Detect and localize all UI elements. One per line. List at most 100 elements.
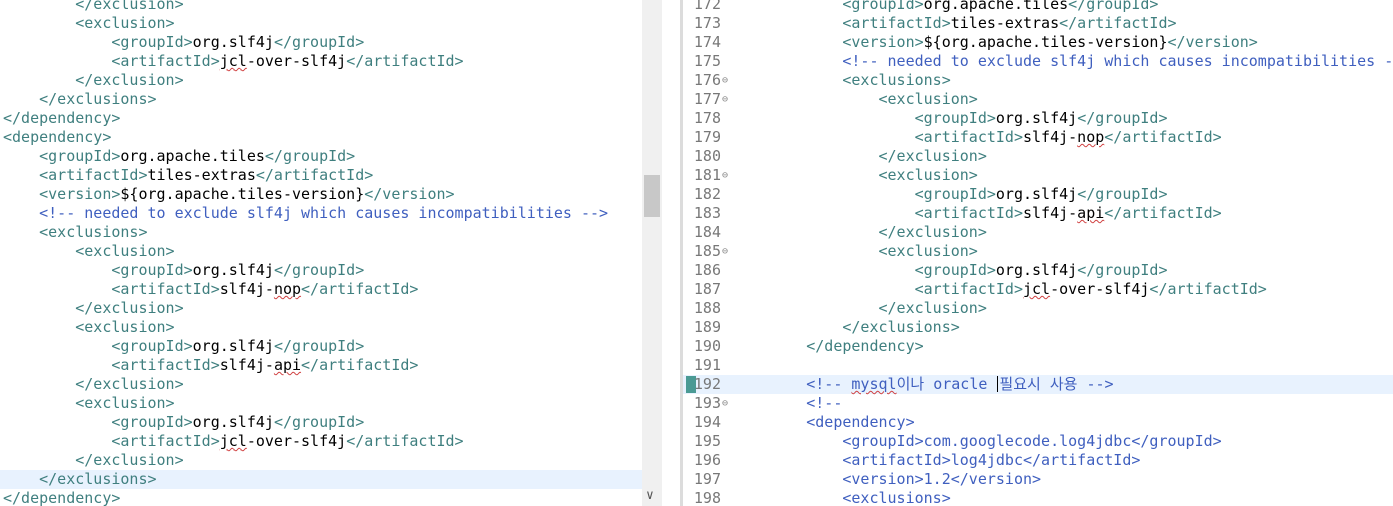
xml-tag: <artifactId>	[3, 166, 148, 184]
code-line[interactable]: 191	[683, 356, 1393, 375]
code-line[interactable]: </exclusion>	[0, 71, 642, 90]
code-line[interactable]: <groupId>org.slf4j</groupId>	[0, 33, 642, 52]
code-text: <exclusion>	[3, 242, 174, 261]
code-text: <artifactId>tiles-extras</artifactId>	[734, 14, 1176, 33]
code-text: <exclusion>	[3, 14, 174, 33]
code-text: <groupId>org.slf4j</groupId>	[3, 413, 364, 432]
code-line[interactable]: <groupId>org.slf4j</groupId>	[0, 413, 642, 432]
code-line[interactable]: 182 <groupId>org.slf4j</groupId>	[683, 185, 1393, 204]
xml-tag: </exclusion>	[734, 299, 987, 317]
code-line[interactable]: </dependency>	[0, 109, 642, 128]
code-line[interactable]: 186 <groupId>org.slf4j</groupId>	[683, 261, 1393, 280]
code-line[interactable]: 192 <!-- mysql이나 oracle 필요시 사용 -->	[683, 375, 1393, 394]
xml-tag: </exclusions>	[3, 90, 157, 108]
code-line[interactable]: 187 <artifactId>jcl-over-slf4j</artifact…	[683, 280, 1393, 299]
code-line[interactable]: 198 <exclusions>	[683, 489, 1393, 506]
xml-tag: <groupId>	[734, 0, 924, 13]
line-number: 182	[693, 185, 721, 203]
code-line[interactable]: 190 </dependency>	[683, 337, 1393, 356]
code-line[interactable]: <exclusion>	[0, 14, 642, 33]
code-line[interactable]: 183 <artifactId>slf4j-api</artifactId>	[683, 204, 1393, 223]
line-number: 181	[693, 166, 721, 184]
code-line[interactable]: <exclusion>	[0, 318, 642, 337]
code-line[interactable]: <groupId>org.slf4j</groupId>	[0, 261, 642, 280]
code-line[interactable]: <dependency>	[0, 128, 642, 147]
code-line[interactable]: </exclusion>	[0, 375, 642, 394]
xml-tag: <groupId>	[3, 261, 193, 279]
code-text: </exclusion>	[3, 0, 183, 14]
fold-toggle-icon[interactable]: ⊖	[722, 71, 728, 90]
fold-toggle-icon[interactable]: ⊖	[722, 166, 728, 185]
code-text: </dependency>	[734, 337, 923, 356]
code-text: <exclusions>	[734, 489, 951, 506]
code-line[interactable]: 181 ⊖ <exclusion>	[683, 166, 1393, 185]
code-line[interactable]: 196 <artifactId>log4jdbc</artifactId>	[683, 451, 1393, 470]
code-line[interactable]: 189 </exclusions>	[683, 318, 1393, 337]
code-line[interactable]: 177 ⊖ <exclusion>	[683, 90, 1393, 109]
code-line[interactable]: 178 <groupId>org.slf4j</groupId>	[683, 109, 1393, 128]
scroll-down-arrow-icon[interactable]: ∨	[646, 488, 654, 504]
xml-comment-text: <exclusions>	[734, 489, 951, 506]
code-line[interactable]: <artifactId>slf4j-nop</artifactId>	[0, 280, 642, 299]
code-text: <artifactId>log4jdbc</artifactId>	[734, 451, 1140, 470]
fold-toggle-icon[interactable]: ⊖	[722, 242, 728, 261]
line-number: 195	[693, 432, 721, 450]
code-line[interactable]: </exclusion>	[0, 451, 642, 470]
xml-comment-text: <version>1.2</version>	[734, 470, 1042, 488]
code-line[interactable]: </dependency>	[0, 489, 642, 506]
code-text: <version>1.2</version>	[734, 470, 1041, 489]
code-line[interactable]: 176 ⊖ <exclusions>	[683, 71, 1393, 90]
code-line[interactable]: <artifactId>slf4j-api</artifactId>	[0, 356, 642, 375]
code-line[interactable]: 179 <artifactId>slf4j-nop</artifactId>	[683, 128, 1393, 147]
line-number: 179	[693, 128, 721, 146]
code-line[interactable]: 184 </exclusion>	[683, 223, 1393, 242]
code-line[interactable]: </exclusion>	[0, 0, 642, 14]
xml-text: jcl	[1022, 280, 1051, 298]
code-line[interactable]: <groupId>org.apache.tiles</groupId>	[0, 147, 642, 166]
line-number: 188	[693, 299, 721, 317]
code-line[interactable]: 175 <!-- needed to exclude slf4j which c…	[683, 52, 1393, 71]
code-line[interactable]: 173 <artifactId>tiles-extras</artifactId…	[683, 14, 1393, 33]
code-line[interactable]: <exclusions>	[0, 223, 642, 242]
code-line[interactable]: <groupId>org.slf4j</groupId>	[0, 337, 642, 356]
right-editor-pane[interactable]: 172 <groupId>org.apache.tiles</groupId> 1…	[683, 0, 1393, 506]
xml-text: slf4j-	[219, 280, 274, 298]
code-line[interactable]: <artifactId>jcl-over-slf4j</artifactId>	[0, 52, 642, 71]
code-line[interactable]: <exclusion>	[0, 242, 642, 261]
xml-text: org.slf4j	[192, 337, 274, 355]
code-line[interactable]: <version>${org.apache.tiles-version}</ve…	[0, 185, 642, 204]
xml-comment-text: <artifactId>log4jdbc</artifactId>	[734, 451, 1141, 469]
code-text: <groupId>com.googlecode.log4jdbc</groupI…	[734, 432, 1221, 451]
line-number: 172	[693, 0, 721, 13]
code-line[interactable]: 193 ⊖ <!--	[683, 394, 1393, 413]
code-line[interactable]: <artifactId>tiles-extras</artifactId>	[0, 166, 642, 185]
xml-text: tiles-extras	[950, 14, 1060, 32]
code-line[interactable]: </exclusions>	[0, 470, 642, 489]
xml-tag: </artifactId>	[346, 52, 464, 70]
xml-tag: </exclusions>	[734, 318, 960, 336]
code-line[interactable]: 172 <groupId>org.apache.tiles</groupId>	[683, 0, 1393, 14]
scrollbar-thumb[interactable]	[644, 175, 660, 217]
code-line[interactable]: </exclusions>	[0, 90, 642, 109]
code-line[interactable]: 194 <dependency>	[683, 413, 1393, 432]
code-line[interactable]: <exclusion>	[0, 394, 642, 413]
left-editor-pane[interactable]: </exclusion> <exclusion> <groupId>org.sl…	[0, 0, 642, 506]
fold-toggle-icon[interactable]: ⊖	[722, 394, 728, 413]
code-line[interactable]: <artifactId>jcl-over-slf4j</artifactId>	[0, 432, 642, 451]
xml-tag: <dependency>	[3, 128, 112, 146]
code-line[interactable]: <!-- needed to exclude slf4j which cause…	[0, 204, 642, 223]
code-line[interactable]: 195 <groupId>com.googlecode.log4jdbc</gr…	[683, 432, 1393, 451]
xml-tag: </exclusion>	[734, 223, 987, 241]
fold-toggle-icon[interactable]: ⊖	[722, 90, 728, 109]
code-line[interactable]: 174 <version>${org.apache.tiles-version}…	[683, 33, 1393, 52]
xml-text: org.apache.tiles	[923, 0, 1069, 13]
code-line[interactable]: 188 </exclusion>	[683, 299, 1393, 318]
code-text: <exclusion>	[734, 166, 977, 185]
vertical-scrollbar[interactable]: ∨	[642, 0, 662, 506]
code-text: </exclusion>	[3, 71, 183, 90]
xml-tag: <groupId>	[734, 185, 996, 203]
code-line[interactable]: 185 ⊖ <exclusion>	[683, 242, 1393, 261]
code-line[interactable]: 180 </exclusion>	[683, 147, 1393, 166]
code-line[interactable]: </exclusion>	[0, 299, 642, 318]
code-line[interactable]: 197 <version>1.2</version>	[683, 470, 1393, 489]
